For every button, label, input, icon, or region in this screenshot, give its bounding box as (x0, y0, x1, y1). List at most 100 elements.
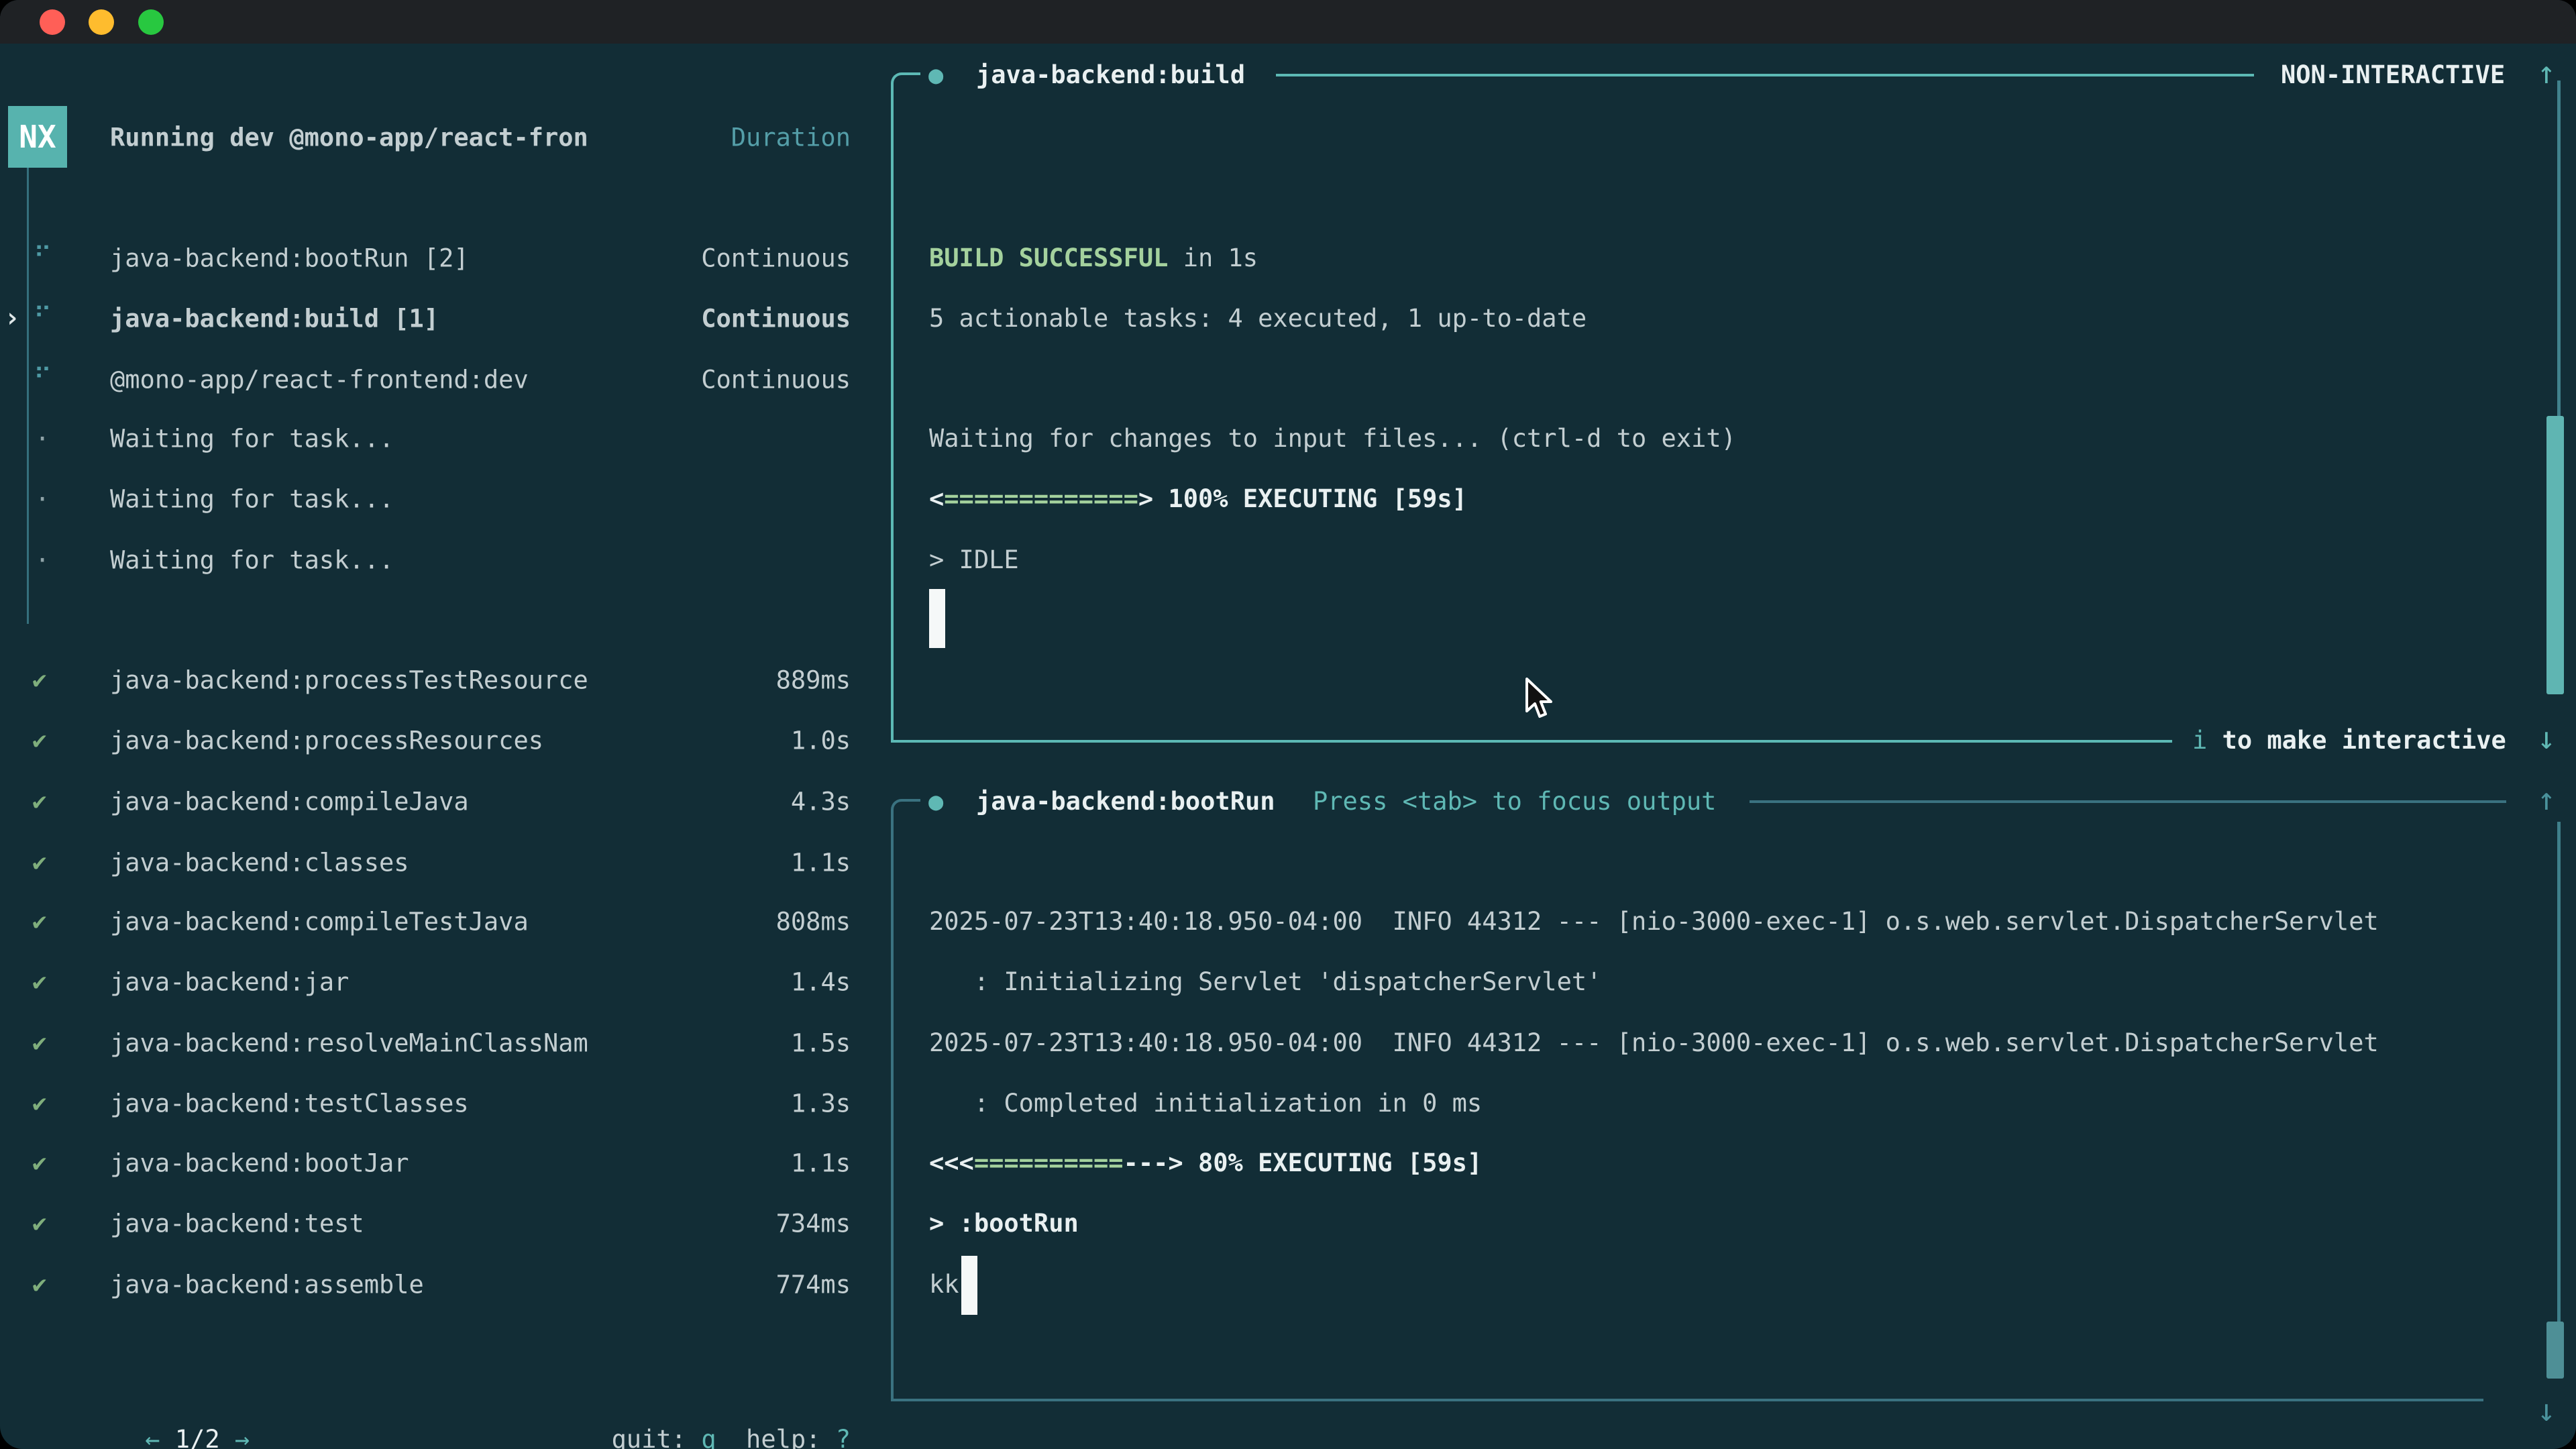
task-row-bootrun[interactable]: ⠋ java-backend:bootRun [2] Continuous (0, 228, 892, 288)
check-icon: ✔ (32, 727, 47, 755)
completed-task-row[interactable]: ✔ java-backend:jar 1.4s (0, 952, 892, 1012)
completed-task-row[interactable]: ✔ java-backend:test 734ms (0, 1193, 892, 1254)
progress-bar-fill: ============= (944, 484, 1138, 513)
completed-task-row[interactable]: ✔ java-backend:testClasses 1.3s (0, 1073, 892, 1134)
top-pane-title[interactable]: java-backend:build (976, 58, 1245, 93)
task-name: java-backend:compileTestJava (110, 908, 529, 936)
terminal-cursor (961, 1256, 977, 1315)
top-pane-scroll-up-icon[interactable]: ↑ (2537, 56, 2556, 89)
check-icon: ✔ (32, 1210, 47, 1238)
task-duration: 808ms (776, 908, 851, 936)
task-duration: 4.3s (791, 788, 851, 816)
top-pane-mode-badge: NON-INTERACTIVE (2281, 58, 2505, 93)
completed-task-row[interactable]: ✔ java-backend:classes 1.1s (0, 833, 892, 893)
quit-key[interactable]: q (701, 1425, 716, 1449)
task-duration: 1.0s (791, 727, 851, 755)
mouse-cursor (1524, 678, 1556, 722)
log-line-wrap: : Completed initialization in 0 ms (929, 1086, 1482, 1121)
completed-task-row[interactable]: ✔ java-backend:compileJava 4.3s (0, 771, 892, 832)
duration-column-header: Duration (731, 123, 851, 152)
sidebar-header: Running dev @mono-app/react-fron Duratio… (0, 107, 892, 168)
check-icon: ✔ (32, 969, 47, 996)
task-status: Continuous (701, 305, 851, 333)
waiting-task-row: · Waiting for task... (0, 409, 892, 469)
check-icon: ✔ (32, 667, 47, 694)
build-successful-text: BUILD SUCCESSFUL (929, 244, 1168, 272)
task-name: java-backend:bootRun [2] (110, 244, 469, 273)
build-result-line: BUILD SUCCESSFUL in 1s (929, 241, 1258, 276)
task-name: java-backend:assemble (110, 1271, 424, 1299)
title-bar (0, 0, 2576, 44)
sidebar-title: Running dev @mono-app/react-fron (110, 123, 588, 152)
task-duration: 1.1s (791, 1149, 851, 1178)
bottom-pane-scroll-down-icon[interactable]: ↓ (2537, 1393, 2556, 1427)
task-duration: 1.5s (791, 1029, 851, 1058)
prev-page-arrow[interactable]: ← (145, 1425, 160, 1449)
waiting-label: Waiting for task... (110, 485, 394, 514)
check-icon: ✔ (32, 1090, 47, 1118)
completed-task-row[interactable]: ✔ java-backend:compileTestJava 808ms (0, 892, 892, 952)
waiting-changes-line: Waiting for changes to input files... (c… (929, 421, 1736, 456)
bootrun-progress-line: <<<==========---> 80% EXECUTING [59s] (929, 1146, 1482, 1181)
log-line: 2025-07-23T13:40:18.950-04:00 INFO 44312… (929, 904, 2379, 939)
bootrun-prompt-line: > :bootRun (929, 1206, 1079, 1241)
progress-bar-fill: ========== (974, 1148, 1124, 1177)
bottom-pane-scroll-up-icon[interactable]: ↑ (2537, 782, 2556, 816)
focus-output-hint: Press <tab> to focus output (1313, 784, 1716, 819)
task-name: java-backend:resolveMainClassNam (110, 1029, 588, 1058)
bottom-pane-status-dot: ● (928, 784, 943, 819)
task-name: java-backend:test (110, 1210, 364, 1238)
waiting-label: Waiting for task... (110, 425, 394, 453)
task-name: @mono-app/react-frontend:dev (110, 366, 529, 394)
interactive-hint: i to make interactive (2192, 723, 2506, 758)
spinner-icon: ⠋ (34, 366, 52, 390)
log-line: 2025-07-23T13:40:18.950-04:00 INFO 44312… (929, 1026, 2379, 1061)
waiting-task-row: · Waiting for task... (0, 469, 892, 529)
bottom-pane-left-border (891, 824, 894, 1399)
next-page-arrow[interactable]: → (235, 1425, 250, 1449)
top-pane-scrollbar-thumb[interactable] (2546, 416, 2564, 694)
top-pane-left-border (891, 97, 894, 740)
task-name: java-backend:classes (110, 849, 409, 877)
check-icon: ✔ (32, 1271, 47, 1299)
task-duration: 1.4s (791, 968, 851, 997)
waiting-task-row: · Waiting for task... (0, 530, 892, 590)
help-key[interactable]: ? (836, 1425, 851, 1449)
task-name: java-backend:jar (110, 968, 349, 997)
log-line-wrap: : Initializing Servlet 'dispatcherServle… (929, 965, 1601, 1000)
page-indicator: 1/2 (175, 1425, 220, 1449)
interactive-hint-key[interactable]: i (2192, 726, 2207, 755)
actionable-tasks-line: 5 actionable tasks: 4 executed, 1 up-to-… (929, 301, 1587, 336)
top-pane-scroll-down-icon[interactable]: ↓ (2537, 721, 2556, 755)
terminal-input-text[interactable]: kk (929, 1267, 959, 1302)
top-pane-header-line (1276, 74, 2254, 76)
bottom-pane-header-line (1750, 800, 2506, 803)
check-icon: ✔ (32, 908, 47, 936)
task-duration: 1.1s (791, 849, 851, 877)
completed-task-row[interactable]: ✔ java-backend:bootJar 1.1s (0, 1133, 892, 1193)
minimize-button[interactable] (89, 9, 114, 35)
bottom-pane-scrollbar-track[interactable] (2557, 822, 2561, 1322)
completed-task-row[interactable]: ✔ java-backend:processResources 1.0s (0, 710, 892, 771)
task-duration: 1.3s (791, 1089, 851, 1118)
bottom-pane-scrollbar-thumb[interactable] (2546, 1322, 2564, 1379)
bottom-pane-title[interactable]: java-backend:bootRun (976, 784, 1275, 819)
task-name: java-backend:compileJava (110, 788, 469, 816)
task-name: java-backend:processResources (110, 727, 543, 755)
task-row-build-selected[interactable]: › ⠋ java-backend:build [1] Continuous (0, 288, 892, 349)
waiting-bullet-icon: · (35, 485, 50, 514)
completed-task-row[interactable]: ✔ java-backend:resolveMainClassNam 1.5s (0, 1013, 892, 1073)
top-pane-scrollbar-track[interactable] (2557, 80, 2561, 416)
check-icon: ✔ (32, 849, 47, 877)
completed-task-row[interactable]: ✔ java-backend:assemble 774ms (0, 1254, 892, 1315)
sidebar-footer: ← 1/2 → quit: q help: ? (0, 1375, 892, 1435)
check-icon: ✔ (32, 788, 47, 816)
zoom-button[interactable] (138, 9, 164, 35)
completed-task-row[interactable]: ✔ java-backend:processTestResource 889ms (0, 650, 892, 710)
check-icon: ✔ (32, 1030, 47, 1057)
close-button[interactable] (40, 9, 65, 35)
task-status: Continuous (701, 366, 851, 394)
task-row-frontend-dev[interactable]: ⠋ @mono-app/react-frontend:dev Continuou… (0, 350, 892, 410)
top-pane-status-dot: ● (928, 58, 943, 93)
top-pane-bottom-border (891, 740, 2172, 743)
